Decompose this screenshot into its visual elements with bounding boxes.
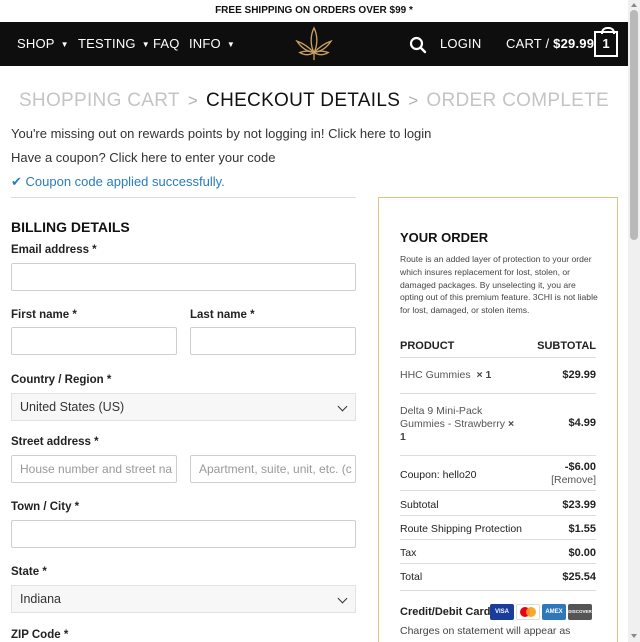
scrollbar-thumb[interactable] [630, 10, 638, 240]
total-label: Total [400, 571, 423, 583]
nav-item-label: FAQ [153, 36, 180, 51]
cart-total: $29.99 [553, 36, 595, 51]
step-shopping-cart[interactable]: SHOPPING CART [19, 90, 180, 111]
line-item-name: HHC Gummies [400, 369, 471, 381]
remove-coupon-link[interactable]: [Remove] [551, 474, 596, 486]
scroll-down-arrow-icon[interactable] [631, 634, 637, 638]
discover-icon: DISCOVER [568, 604, 592, 620]
street-address-label: Street address * [11, 436, 99, 448]
line-item-qty: × 1 [476, 369, 492, 381]
billing-details-heading: BILLING DETAILS [11, 219, 130, 235]
subtotal-value: $23.99 [562, 499, 596, 511]
coupon-label: Coupon: hello20 [400, 469, 477, 481]
country-select[interactable]: United States (US) [11, 393, 356, 421]
email-label: Email address * [11, 244, 97, 256]
mastercard-icon [516, 604, 540, 620]
chevron-right-icon: > [408, 91, 419, 110]
divider [400, 455, 596, 456]
line-item: HHC Gummies × 1 [400, 369, 491, 381]
state-select[interactable]: Indiana [11, 585, 356, 613]
cart-link[interactable]: CART / $29.99 [506, 22, 594, 66]
nav-item-label: TESTING [78, 36, 136, 51]
chevron-down-icon [337, 401, 348, 412]
state-label: State * [11, 566, 47, 578]
divider [400, 490, 596, 491]
your-order-heading: YOUR ORDER [400, 230, 489, 245]
login-link[interactable]: LOGIN [440, 22, 481, 66]
chevron-right-icon: > [187, 91, 199, 110]
cart-label: CART / [506, 36, 550, 51]
tax-value: $0.00 [568, 547, 596, 559]
city-label: Town / City * [11, 501, 80, 513]
checkmark-icon: ✔ [11, 174, 22, 189]
country-label: Country / Region * [11, 374, 112, 386]
divider [400, 563, 596, 564]
step-order-complete: ORDER COMPLETE [426, 90, 610, 111]
charges-statement-note: Charges on statement will appear as [400, 625, 571, 637]
total-value: $25.54 [562, 571, 596, 583]
shipping-protection-value: $1.55 [568, 523, 596, 535]
coupon-notice[interactable]: Have a coupon? Click here to enter your … [11, 150, 276, 165]
visa-icon: VISA [490, 604, 514, 620]
caret-down-icon: ▼ [141, 40, 150, 49]
divider [400, 393, 596, 394]
cart-count-badge[interactable]: 1 [594, 27, 618, 57]
subtotal-label: Subtotal [400, 499, 439, 511]
line-item: Delta 9 Mini-Pack Gummies - Strawberry ×… [400, 405, 520, 444]
caret-down-icon: ▼ [60, 40, 69, 49]
country-value: United States (US) [20, 400, 125, 414]
first-name-field[interactable] [11, 327, 177, 355]
tax-label: Tax [400, 547, 417, 559]
payment-method-label[interactable]: Credit/Debit Card [400, 606, 490, 618]
col-product-header: PRODUCT [400, 340, 455, 352]
checkout-steps-breadcrumb: SHOPPING CART > CHECKOUT DETAILS > ORDER COM… [0, 90, 628, 112]
nav-item-shop[interactable]: SHOP ▼ [17, 22, 69, 66]
line-item-name: Delta 9 Mini-Pack Gummies - Strawberry [400, 405, 506, 430]
first-name-label: First name * [11, 309, 77, 321]
line-item-price: $29.99 [562, 369, 596, 381]
state-value: Indiana [20, 592, 62, 606]
city-field[interactable] [11, 520, 356, 548]
search-icon[interactable] [409, 36, 427, 54]
last-name-field[interactable] [190, 327, 356, 355]
scroll-up-arrow-icon[interactable] [631, 3, 637, 7]
line-item-price: $4.99 [568, 417, 596, 429]
coupon-success-message: ✔ Coupon code applied successfully. [11, 174, 225, 190]
email-field[interactable] [11, 263, 356, 291]
nav-item-label: INFO [189, 36, 221, 51]
caret-down-icon: ▼ [226, 40, 235, 49]
nav-item-info[interactable]: INFO ▼ [189, 22, 235, 66]
nav-item-testing[interactable]: TESTING ▼ [78, 22, 150, 66]
step-checkout-details[interactable]: CHECKOUT DETAILS [206, 90, 400, 111]
divider [400, 515, 596, 516]
divider [400, 357, 596, 358]
success-text: Coupon code applied successfully. [25, 174, 225, 189]
apartment-field[interactable]: Apartment, suite, unit, etc. (c [190, 455, 356, 483]
divider [11, 197, 356, 198]
nav-item-label: SHOP [17, 36, 55, 51]
coupon-discount-value: -$6.00 [564, 461, 596, 473]
divider [400, 590, 596, 591]
route-protection-note: Route is an added layer of protection to… [400, 254, 598, 316]
amex-icon: AMEX [542, 604, 566, 620]
zip-label: ZIP Code * [11, 629, 69, 641]
col-subtotal-header: SUBTOTAL [537, 340, 596, 352]
shipping-announcement: FREE SHIPPING ON ORDERS OVER $99 * [0, 0, 628, 22]
cannabis-leaf-logo[interactable] [295, 26, 333, 62]
shipping-protection-label: Route Shipping Protection [400, 523, 522, 535]
divider [400, 539, 596, 540]
last-name-label: Last name * [190, 309, 255, 321]
nav-item-faq[interactable]: FAQ [153, 22, 180, 66]
login-rewards-notice[interactable]: You're missing out on rewards points by … [11, 126, 431, 141]
street-address-field[interactable]: House number and street na [11, 455, 177, 483]
chevron-down-icon [337, 593, 348, 604]
